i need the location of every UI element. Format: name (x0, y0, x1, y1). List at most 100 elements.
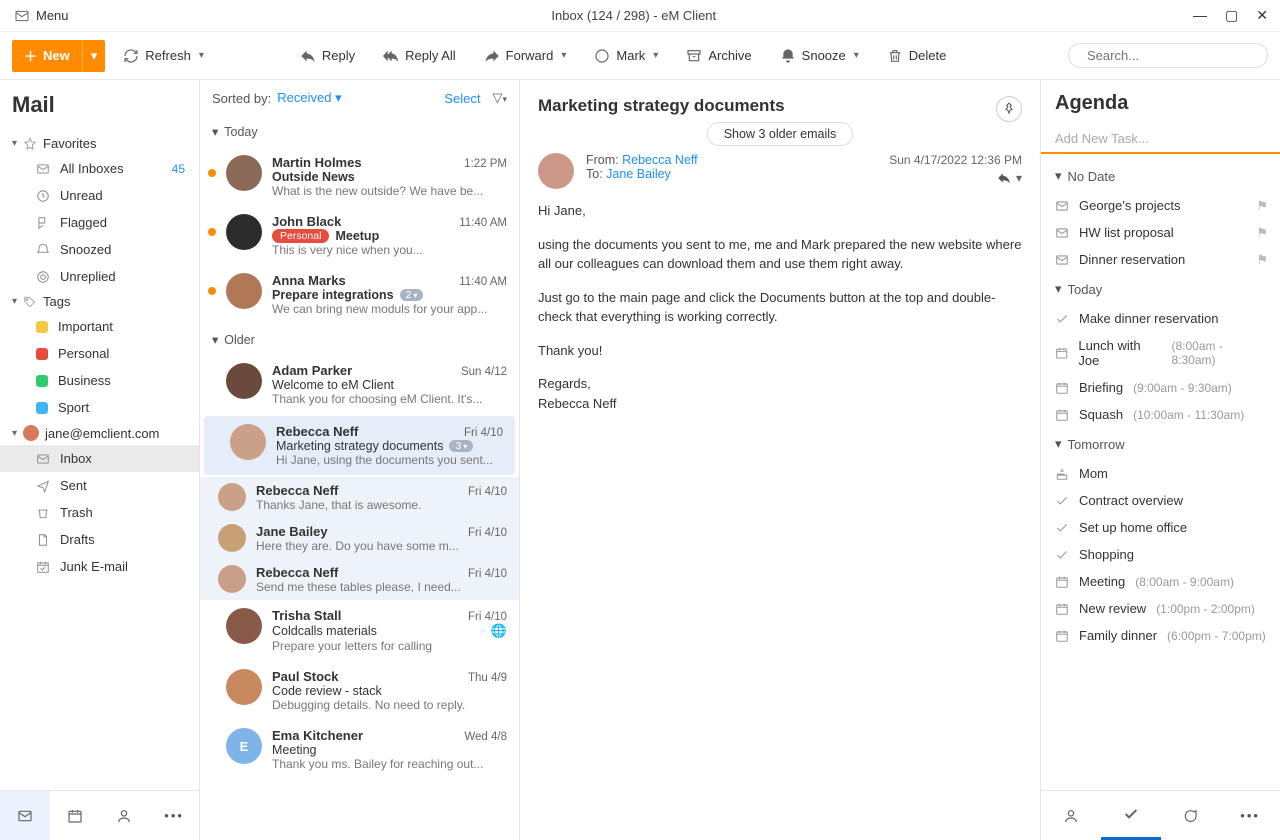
menu-button[interactable]: Menu (8, 4, 75, 28)
calendar-icon (67, 808, 83, 824)
nav-folder[interactable]: Sent (0, 472, 199, 499)
check-icon (1055, 494, 1069, 508)
plus-icon: ＋ (24, 46, 37, 65)
agenda-item[interactable]: Mom (1041, 460, 1280, 487)
nav-favorite[interactable]: Snoozed (0, 236, 199, 263)
add-task-input[interactable]: Add New Task... (1041, 125, 1280, 154)
agenda-tasks[interactable] (1101, 791, 1161, 840)
tags-header[interactable]: ▾ Tags (0, 290, 199, 313)
agenda-item[interactable]: New review (1:00pm - 2:00pm) (1041, 595, 1280, 622)
message-item[interactable]: Paul StockThu 4/9 Code review - stack De… (200, 661, 519, 720)
agenda-item[interactable]: Dinner reservation ⚑ (1041, 246, 1280, 273)
chevron-down-icon[interactable]: ▾ (1016, 171, 1022, 185)
show-older-button[interactable]: Show 3 older emails (707, 122, 854, 146)
message-item[interactable]: Jane BaileyFri 4/10 Here they are. Do yo… (200, 518, 519, 559)
message-reader: Marketing strategy documents Show 3 olde… (520, 80, 1040, 840)
reply-all-icon (383, 48, 399, 64)
agenda-item[interactable]: Lunch with Joe (8:00am - 8:30am) (1041, 332, 1280, 374)
nav-more[interactable]: ••• (149, 791, 199, 840)
check-icon (1055, 548, 1069, 562)
agenda-item[interactable]: Family dinner (6:00pm - 7:00pm) (1041, 622, 1280, 649)
favorites-header[interactable]: ▾ Favorites (0, 132, 199, 155)
select-link[interactable]: Select (444, 91, 480, 106)
nav-folder[interactable]: Drafts (0, 526, 199, 553)
message-item[interactable]: Martin Holmes1:22 PM Outside News What i… (200, 147, 519, 206)
nav-favorite[interactable]: All Inboxes 45 (0, 155, 199, 182)
nav-calendar[interactable] (50, 791, 100, 840)
delete-button[interactable]: Delete (877, 42, 957, 70)
fav-icon (36, 189, 50, 203)
new-dropdown[interactable]: ▾ (82, 40, 106, 72)
agenda-item[interactable]: George's projects ⚑ (1041, 192, 1280, 219)
message-item[interactable]: Rebecca NeffFri 4/10 Send me these table… (200, 559, 519, 600)
from-link[interactable]: Rebecca Neff (622, 153, 698, 167)
chat-icon (1182, 808, 1198, 824)
agenda-group[interactable]: ▾No Date (1041, 160, 1280, 192)
snooze-button[interactable]: Snooze▾ (770, 42, 869, 70)
refresh-button[interactable]: Refresh▾ (113, 42, 214, 70)
list-group[interactable]: ▾Today (200, 116, 519, 147)
nav-folder[interactable]: Junk E-mail (0, 553, 199, 580)
to-link[interactable]: Jane Bailey (606, 167, 671, 181)
nav-tag[interactable]: Sport (0, 394, 199, 421)
new-button[interactable]: ＋New ▾ (12, 40, 105, 72)
agenda-item[interactable]: Shopping (1041, 541, 1280, 568)
reader-body: Hi Jane,using the documents you sent to … (538, 201, 1022, 413)
reply-quick[interactable] (996, 171, 1012, 185)
agenda-item[interactable]: Briefing (9:00am - 9:30am) (1041, 374, 1280, 401)
chevron-down-icon: ▾ (91, 48, 98, 64)
agenda-chat[interactable] (1161, 791, 1221, 840)
sort-value[interactable]: Received ▾ (277, 90, 341, 106)
reply-all-button[interactable]: Reply All (373, 42, 466, 70)
message-item[interactable]: Rebecca NeffFri 4/10 Thanks Jane, that i… (200, 477, 519, 518)
nav-tag[interactable]: Important (0, 313, 199, 340)
close-button[interactable]: ✕ (1256, 7, 1268, 24)
message-item[interactable]: E Ema KitchenerWed 4/8 Meeting Thank you… (200, 720, 519, 779)
message-item[interactable]: Rebecca NeffFri 4/10 Marketing strategy … (204, 416, 515, 475)
pin-button[interactable] (996, 96, 1022, 122)
star-icon (23, 137, 37, 151)
filter-button[interactable]: ▽▾ (492, 90, 507, 106)
avatar (218, 483, 246, 511)
mail-icon (1055, 226, 1069, 240)
check-icon (1055, 312, 1069, 326)
reply-button[interactable]: Reply (290, 42, 365, 70)
agenda-item[interactable]: Make dinner reservation (1041, 305, 1280, 332)
agenda-contacts[interactable] (1041, 791, 1101, 840)
list-group[interactable]: ▾Older (200, 324, 519, 355)
agenda-group[interactable]: ▾Today (1041, 273, 1280, 305)
forward-icon (484, 48, 500, 64)
maximize-button[interactable]: ▢ (1225, 7, 1238, 24)
message-item[interactable]: John Black11:40 AM Personal Meetup This … (200, 206, 519, 265)
nav-favorite[interactable]: Unread (0, 182, 199, 209)
nav-tag[interactable]: Business (0, 367, 199, 394)
agenda-item[interactable]: Contract overview (1041, 487, 1280, 514)
message-item[interactable]: Trisha StallFri 4/10 Coldcalls materials… (200, 600, 519, 661)
archive-button[interactable]: Archive (676, 42, 761, 70)
nav-favorite[interactable]: Unreplied (0, 263, 199, 290)
agenda-more[interactable]: ••• (1220, 791, 1280, 840)
mail-icon (1055, 253, 1069, 267)
search-input[interactable] (1068, 43, 1268, 68)
agenda-item[interactable]: HW list proposal ⚑ (1041, 219, 1280, 246)
forward-button[interactable]: Forward▾ (474, 42, 577, 70)
message-item[interactable]: Anna Marks11:40 AM Prepare integrations … (200, 265, 519, 324)
mark-button[interactable]: Mark▾ (584, 42, 668, 70)
agenda-group[interactable]: ▾Tomorrow (1041, 428, 1280, 460)
minimize-button[interactable]: — (1193, 7, 1207, 24)
message-item[interactable]: Adam ParkerSun 4/12 Welcome to eM Client… (200, 355, 519, 414)
agenda-panel: Agenda Add New Task... ▾No Date George's… (1040, 80, 1280, 840)
nav-mail[interactable] (0, 791, 50, 840)
agenda-item[interactable]: Set up home office (1041, 514, 1280, 541)
check-icon (1123, 806, 1139, 822)
nav-folder[interactable]: Trash (0, 499, 199, 526)
archive-icon (686, 48, 702, 64)
agenda-item[interactable]: Meeting (8:00am - 9:00am) (1041, 568, 1280, 595)
nav-tag[interactable]: Personal (0, 340, 199, 367)
account-header[interactable]: ▾ jane@emclient.com (0, 421, 199, 445)
nav-folder[interactable]: Inbox (0, 445, 199, 472)
avatar (218, 565, 246, 593)
agenda-item[interactable]: Squash (10:00am - 11:30am) (1041, 401, 1280, 428)
nav-contacts[interactable] (100, 791, 150, 840)
nav-favorite[interactable]: Flagged (0, 209, 199, 236)
